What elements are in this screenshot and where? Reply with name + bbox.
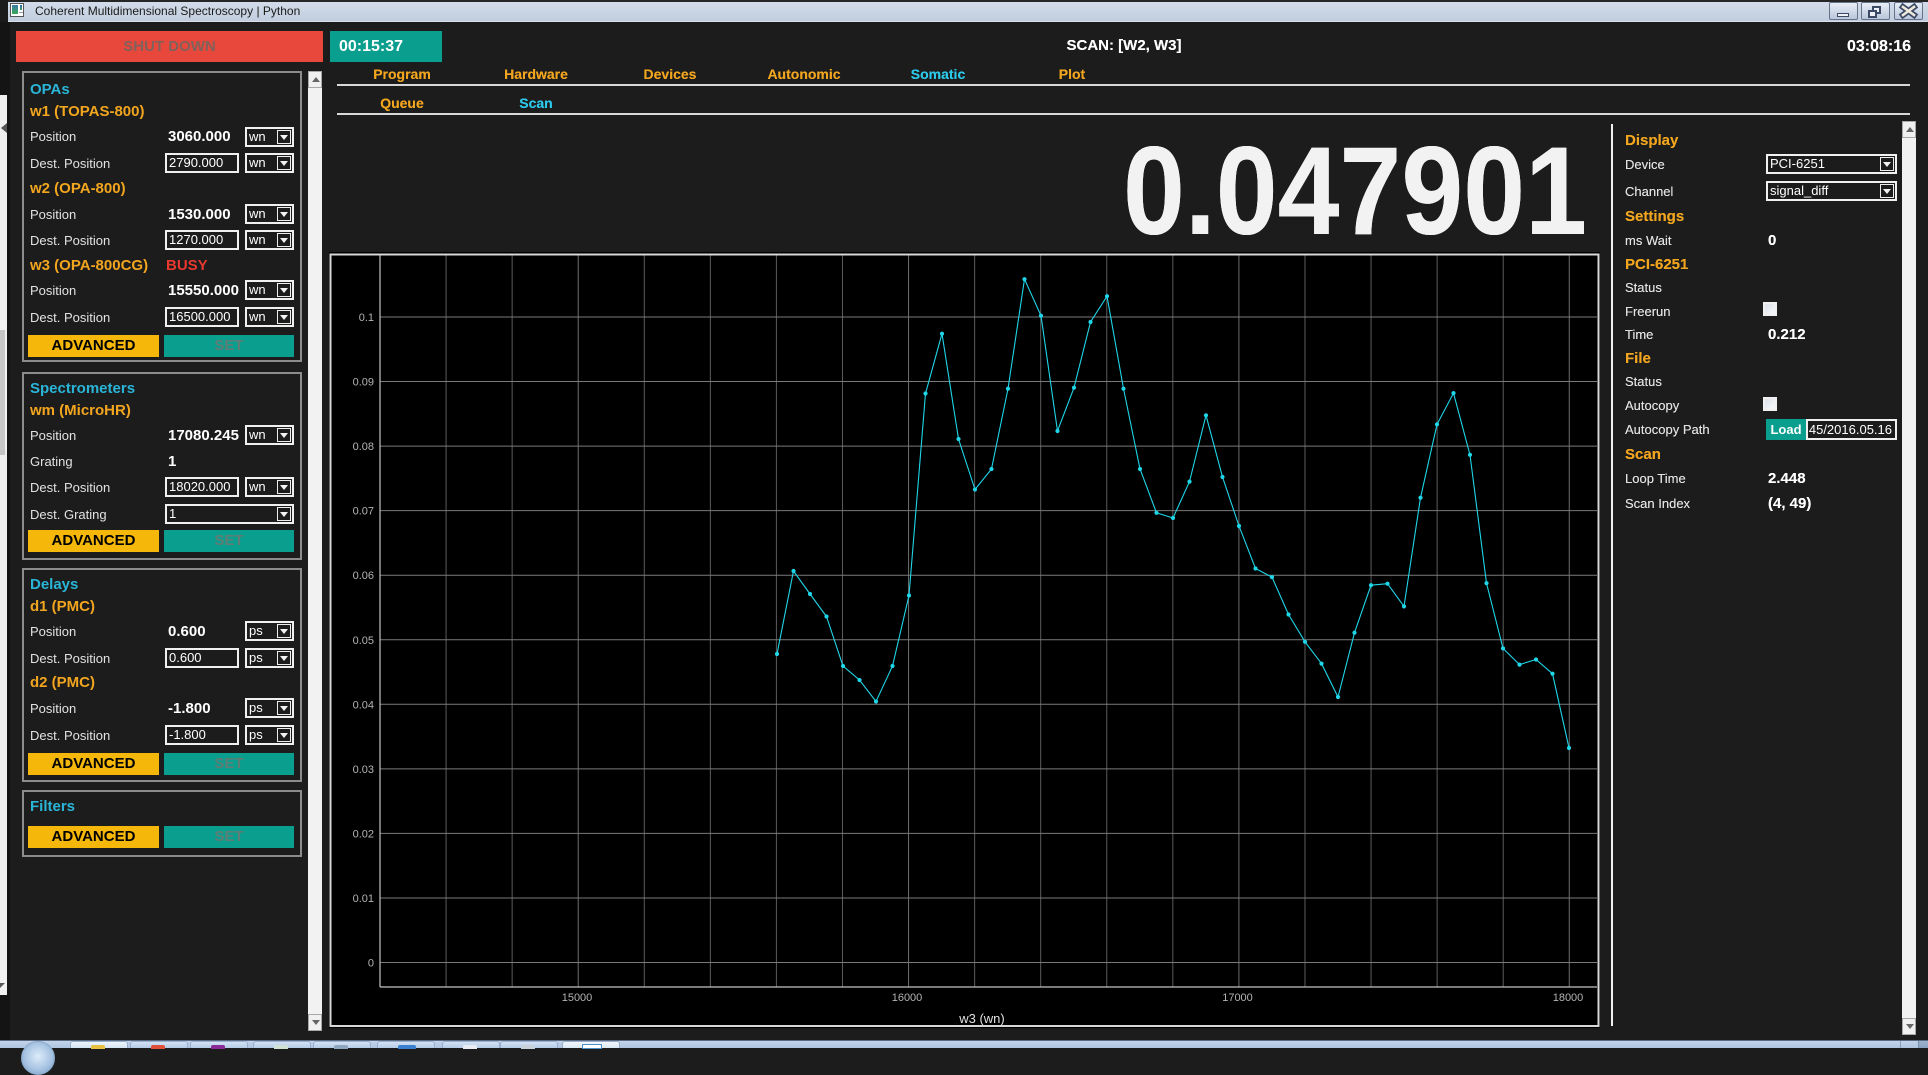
svg-text:0.09: 0.09 (353, 377, 374, 389)
svg-text:w3 (wn): w3 (wn) (958, 1011, 1005, 1026)
svg-text:0.04: 0.04 (353, 699, 374, 711)
svg-text:0.01: 0.01 (353, 893, 374, 905)
svg-text:17000: 17000 (1222, 992, 1253, 1004)
svg-text:0.1: 0.1 (359, 312, 374, 324)
svg-text:18000: 18000 (1553, 992, 1584, 1004)
svg-text:0.03: 0.03 (353, 764, 374, 776)
svg-text:0.07: 0.07 (353, 506, 374, 518)
svg-text:0: 0 (368, 958, 374, 970)
svg-text:16000: 16000 (892, 992, 923, 1004)
svg-text:0.08: 0.08 (353, 441, 374, 453)
svg-text:0.02: 0.02 (353, 828, 374, 840)
svg-text:15000: 15000 (562, 992, 593, 1004)
svg-text:0.06: 0.06 (353, 570, 374, 582)
svg-text:0.05: 0.05 (353, 635, 374, 647)
